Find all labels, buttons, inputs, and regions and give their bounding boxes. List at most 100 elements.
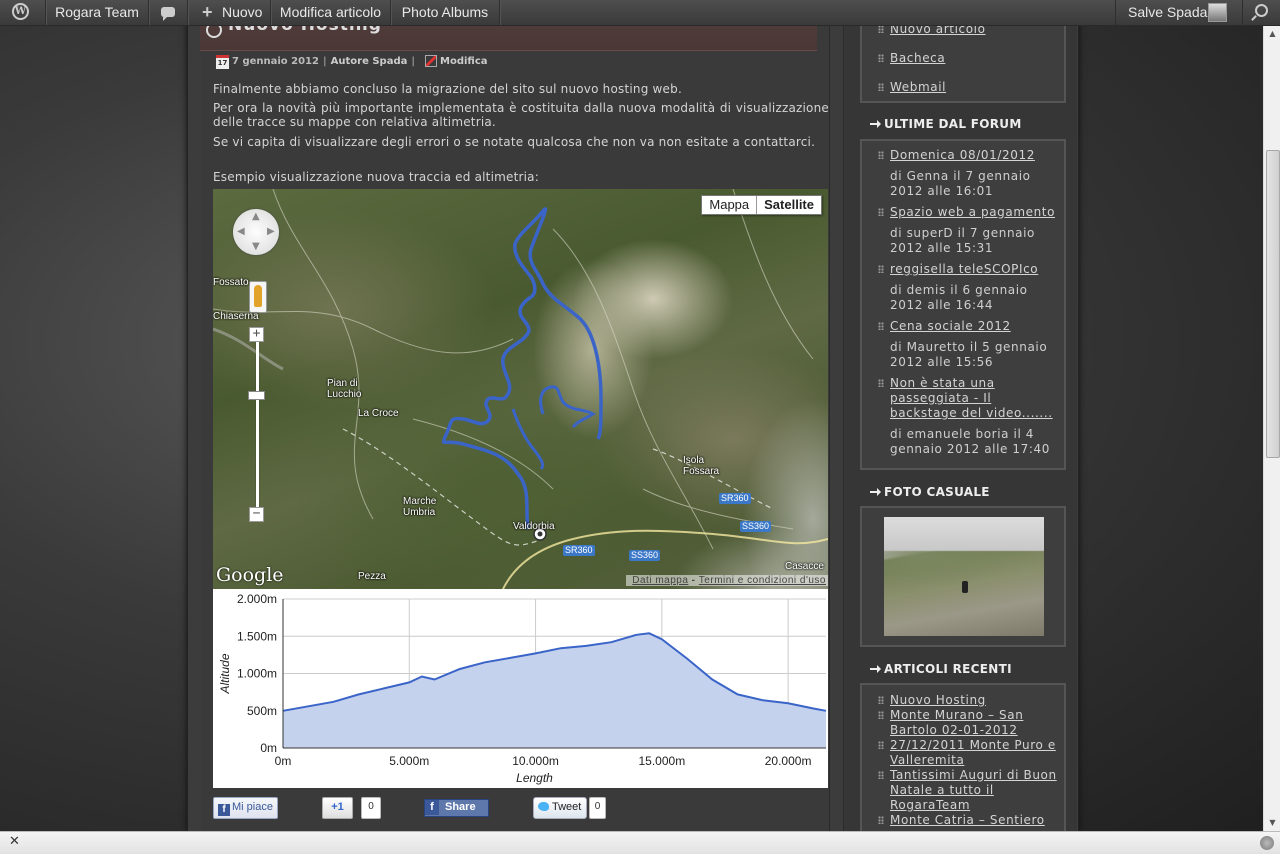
x-tick-label: 5.000m <box>389 754 429 768</box>
facebook-icon: f <box>218 804 230 816</box>
track-map[interactable]: Mappa Satellite ▲ ▼ ◀ ▶ + − Fossato Chia… <box>213 189 828 589</box>
gps-track-line <box>441 207 603 530</box>
elevation-chart-svg: 0m 5.000m 10.000m 15.000m 20.000m 0m 500m 1.000… <box>218 592 827 785</box>
pan-control[interactable]: ▲ ▼ ◀ ▶ <box>233 209 279 255</box>
admin-search-button[interactable] <box>1242 0 1280 25</box>
calendar-icon: 17 <box>216 55 229 69</box>
pan-up-icon[interactable]: ▲ <box>252 211 260 222</box>
forum-topic-info: di Genna il 7 gennaio 2012 alle 16:01 <box>890 169 1031 198</box>
zoom-slider-thumb[interactable] <box>248 391 265 400</box>
arrow-right-icon <box>870 488 881 496</box>
comments-button[interactable] <box>149 0 188 25</box>
recent-post-link[interactable]: Monte Murano – San Bartolo 02-01-2012 <box>890 708 1023 737</box>
browser-status-bar: ✕ <box>0 831 1280 854</box>
x-tick-label: 15.000m <box>638 754 685 768</box>
user-greeting: Salve Spada <box>1128 4 1208 20</box>
pan-down-icon[interactable]: ▼ <box>252 241 260 252</box>
post-paragraph-3: Se vi capita di visualizzare degli error… <box>213 135 816 149</box>
facebook-like-button[interactable]: f Mi piace <box>213 797 278 819</box>
forum-topic-link[interactable]: Spazio web a pagamento <box>890 205 1060 220</box>
x-tick-label: 0m <box>275 754 292 768</box>
google-plus-one-button[interactable]: +1 <box>322 797 353 819</box>
map-label-fossato: Fossato <box>213 277 249 288</box>
tweet-count: 0 <box>589 797 606 819</box>
sidebar-meta-item: Bacheca <box>878 51 1060 66</box>
edit-pencil-icon <box>425 55 438 67</box>
map-label-marche-umbria: Marche Umbria <box>403 496 437 518</box>
scroll-down-arrow-icon[interactable]: ▼ <box>1264 814 1280 831</box>
map-label-chiaserna: Chiaserna <box>213 311 259 322</box>
close-icon[interactable]: ✕ <box>9 834 20 849</box>
facebook-share-button[interactable]: f Share <box>424 799 489 817</box>
sidebar-meta-item: Webmail <box>878 80 1060 95</box>
road-shield-ss360: SS360 <box>740 521 772 532</box>
google-logo[interactable]: Google <box>216 564 284 586</box>
forum-topic-link[interactable]: Non è stata una passeggiata - Il backsta… <box>890 376 1060 421</box>
recent-post-link[interactable]: Monte Catria – Sentiero <box>890 813 1045 827</box>
x-tick-label: 20.000m <box>765 754 812 768</box>
pan-left-icon[interactable]: ◀ <box>237 226 245 237</box>
elevation-chart: 0m 5.000m 10.000m 15.000m 20.000m 0m 500m 1.000… <box>213 589 828 788</box>
facebook-icon: f <box>425 800 439 815</box>
map-terms-link[interactable]: Termini e condizioni d'uso <box>699 575 826 586</box>
random-photo-image[interactable] <box>884 517 1044 636</box>
recent-post-link[interactable]: 27/12/2011 Monte Puro e Valleremita <box>890 738 1056 767</box>
post-paragraph-2: Per ora la novità più importante impleme… <box>213 101 829 129</box>
recent-post-item: 27/12/2011 Monte Puro e Valleremita <box>878 738 1060 768</box>
vertical-scrollbar[interactable]: ▲ ▼ <box>1263 25 1280 831</box>
cyclist-figure <box>962 581 968 593</box>
scrollbar-thumb[interactable] <box>1266 150 1280 458</box>
user-account-menu[interactable]: Salve Spada <box>1115 0 1242 25</box>
map-attribution: Dati mappa - Termini e condizioni d'uso <box>626 575 828 586</box>
edit-post-link[interactable]: Modifica articolo <box>271 0 391 25</box>
map-type-satellite-button[interactable]: Satellite <box>756 196 821 214</box>
comment-bubble-icon <box>161 7 175 21</box>
site-name-link[interactable]: Rogara Team <box>46 0 149 25</box>
forum-item: Cena sociale 2012 di Mauretto il 5 gennai… <box>878 319 1060 370</box>
forum-item: Non è stata una passeggiata - Il backsta… <box>878 376 1060 457</box>
photo-albums-link[interactable]: Photo Albums <box>391 0 500 25</box>
edit-post-inline-link[interactable]: Modifica <box>440 56 488 67</box>
new-content-label: Nuovo <box>222 4 263 20</box>
recent-post-link[interactable]: Nuovo Hosting <box>890 693 986 707</box>
dashboard-link[interactable]: Bacheca <box>890 51 945 65</box>
forum-item: Domenica 08/01/2012 di Genna il 7 gennaio… <box>878 148 1060 199</box>
map-type-mappa-button[interactable]: Mappa <box>702 196 757 214</box>
pan-right-icon[interactable]: ▶ <box>267 226 275 237</box>
recent-post-item: Monte Murano – San Bartolo 02-01-2012 <box>878 708 1060 738</box>
forum-topic-link[interactable]: Domenica 08/01/2012 <box>890 148 1060 163</box>
recent-posts-heading: ARTICOLI RECENTI <box>870 662 1012 676</box>
recent-post-item: Nuovo Hosting <box>878 693 1060 708</box>
recent-post-item: Tantissimi Auguri di Buon Natale a tutto… <box>878 768 1060 813</box>
scroll-up-arrow-icon[interactable]: ▲ <box>1264 25 1280 42</box>
y-tick-label: 0m <box>260 741 277 755</box>
recent-post-link[interactable]: Tantissimi Auguri di Buon Natale a tutto… <box>890 768 1057 812</box>
new-content-menu[interactable]: + Nuovo <box>188 0 271 25</box>
tweet-button[interactable]: Tweet <box>533 797 587 819</box>
y-tick-label: 2.000m <box>237 592 277 606</box>
addon-icon[interactable] <box>1260 836 1274 850</box>
y-tick-label: 1.500m <box>237 629 277 643</box>
forum-heading: ULTIME DAL FORUM <box>870 117 1022 131</box>
post-meta: 17 7 gennaio 2012 | Autore Spada | Modifica <box>216 55 488 69</box>
wordpress-logo-button[interactable]: W <box>0 0 46 25</box>
zoom-slider-track[interactable] <box>256 341 259 509</box>
post-author[interactable]: Autore Spada <box>331 56 408 67</box>
map-label-pian-di-lucchio: Pian di Lucchio <box>327 378 362 400</box>
map-label-valdorbia: Valdorbia <box>513 521 555 532</box>
forum-topic-link[interactable]: Cena sociale 2012 <box>890 319 1060 334</box>
street-view-pegman-icon[interactable] <box>249 281 267 313</box>
zoom-in-button[interactable]: + <box>249 327 264 342</box>
arrow-right-icon <box>870 120 881 128</box>
map-data-link[interactable]: Dati mappa <box>632 575 688 586</box>
x-axis-title: Length <box>516 771 553 785</box>
post-paragraph-1: Finalmente abbiamo concluso la migrazion… <box>213 82 682 96</box>
zoom-out-button[interactable]: − <box>249 507 264 522</box>
webmail-link[interactable]: Webmail <box>890 80 946 94</box>
x-tick-label: 10.000m <box>512 754 559 768</box>
forum-topic-info: di emanuele boria il 4 gennaio 2012 alle… <box>890 427 1051 456</box>
y-axis-title: Altitude <box>218 653 232 694</box>
forum-topic-link[interactable]: reggisella teleSCOPIco <box>890 262 1060 277</box>
post-paragraph-4: Esempio visualizzazione nuova traccia ed… <box>213 170 539 184</box>
road-shield-ss360-2: SS360 <box>629 550 661 561</box>
